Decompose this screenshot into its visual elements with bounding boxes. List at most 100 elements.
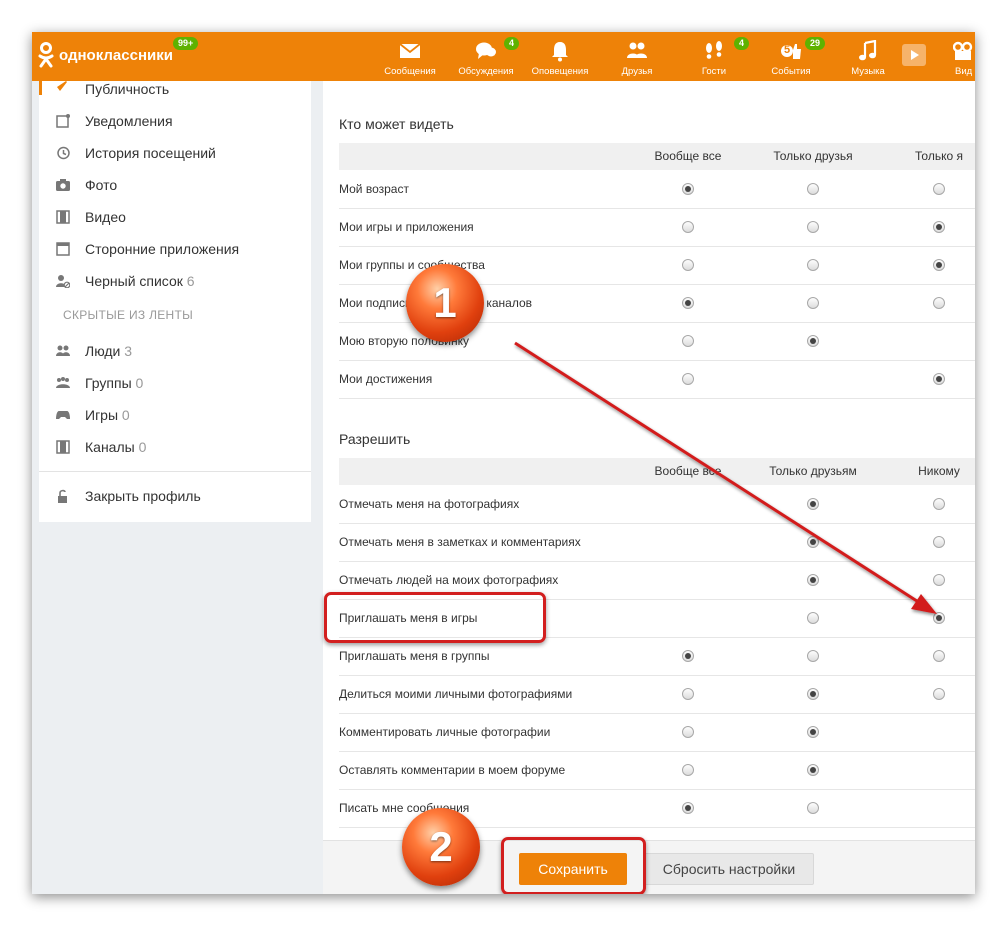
sidebar-item-label: Публичность — [85, 81, 170, 97]
camera-icon — [56, 179, 70, 191]
setting-label: Комментировать личные фотографии — [339, 725, 551, 739]
radio-option[interactable] — [933, 221, 945, 233]
radio-option[interactable] — [682, 259, 694, 271]
radio-option[interactable] — [682, 183, 694, 195]
radio-option[interactable] — [807, 259, 819, 271]
blocked-user-icon — [56, 275, 70, 288]
sidebar-item-count: 0 — [135, 375, 144, 391]
setting-label: Мои достижения — [339, 372, 433, 386]
sidebar-item-notifications[interactable]: Уведомления — [39, 105, 311, 137]
setting-label: Отмечать меня на фотографиях — [339, 497, 520, 511]
ok-logo-icon — [38, 42, 54, 68]
radio-option[interactable] — [807, 688, 819, 700]
column-header: Вообще все — [654, 464, 722, 478]
radio-option[interactable] — [807, 802, 819, 814]
gamepad-icon — [56, 411, 70, 419]
radio-option[interactable] — [682, 650, 694, 662]
site-logo[interactable]: одноклассники — [38, 42, 173, 68]
nav-video[interactable]: Вид — [934, 32, 975, 81]
sidebar-item-history[interactable]: История посещений — [39, 137, 311, 169]
settings-sidebar: Публичность Уведомления История посещени… — [39, 73, 311, 522]
sidebar-item-hidden-groups[interactable]: Группы 0 — [39, 367, 311, 399]
sidebar-item-label: Видео — [85, 209, 126, 225]
permissions-row: Делиться моими личными фотографиями — [339, 675, 975, 714]
radio-option[interactable] — [933, 373, 945, 385]
nav-badge: 4 — [734, 37, 750, 50]
radio-option[interactable] — [682, 688, 694, 700]
radio-option[interactable] — [682, 373, 694, 385]
footprints-icon — [706, 41, 722, 59]
film-icon — [56, 210, 70, 224]
column-header: Вообще все — [654, 149, 722, 163]
chat-bubbles-icon — [476, 42, 496, 59]
sidebar-item-label: Игры 0 — [85, 407, 130, 423]
radio-option[interactable] — [933, 259, 945, 271]
nav-label: Друзья — [621, 66, 653, 77]
sidebar-item-close-profile[interactable]: Закрыть профиль — [39, 480, 311, 512]
nav-friends[interactable]: Друзья — [601, 32, 673, 81]
radio-option[interactable] — [807, 574, 819, 586]
sidebar-item-hidden-channels[interactable]: Каналы 0 — [39, 431, 311, 463]
sidebar-item-label: Фото — [85, 177, 118, 193]
sidebar-item-label: Каналы 0 — [85, 439, 147, 455]
radio-option[interactable] — [933, 297, 945, 309]
radio-option[interactable] — [682, 802, 694, 814]
nav-label: Оповещения — [531, 66, 589, 77]
radio-option[interactable] — [807, 726, 819, 738]
nav-label: Вид — [955, 66, 973, 77]
people-icon — [56, 345, 70, 356]
radio-option[interactable] — [807, 183, 819, 195]
nav-notifications[interactable]: Оповещения — [524, 32, 596, 81]
radio-option[interactable] — [933, 574, 945, 586]
groups-icon — [56, 377, 70, 388]
sidebar-item-count: 3 — [124, 343, 133, 359]
radio-option[interactable] — [682, 335, 694, 347]
radio-option[interactable] — [807, 612, 819, 624]
radio-option[interactable] — [807, 221, 819, 233]
app-window-icon — [56, 242, 70, 256]
nav-label: Сообщения — [384, 66, 436, 77]
visibility-section-title: Кто может видеть — [339, 116, 454, 132]
nav-music[interactable]: Музыка — [832, 32, 904, 81]
sidebar-item-label: Уведомления — [85, 113, 173, 129]
sidebar-item-apps[interactable]: Сторонние приложения — [39, 233, 311, 265]
radio-option[interactable] — [807, 536, 819, 548]
visibility-table-header: Вообще все Только друзья Только я — [339, 143, 975, 170]
nav-messages[interactable]: Сообщения — [374, 32, 446, 81]
music-note-icon — [859, 40, 877, 61]
sidebar-item-hidden-people[interactable]: Люди 3 — [39, 335, 311, 367]
sidebar-divider — [39, 471, 311, 472]
notification-icon — [56, 114, 70, 128]
nav-label: Обсуждения — [458, 66, 514, 77]
sidebar-item-publicity[interactable]: Публичность — [39, 73, 311, 105]
radio-option[interactable] — [807, 650, 819, 662]
radio-option[interactable] — [933, 612, 945, 624]
setting-label: Делиться моими личными фотографиями — [339, 687, 573, 701]
sidebar-item-hidden-games[interactable]: Игры 0 — [39, 399, 311, 431]
sidebar-item-label: Закрыть профиль — [85, 488, 201, 504]
radio-option[interactable] — [807, 498, 819, 510]
radio-option[interactable] — [807, 335, 819, 347]
video-play-icon[interactable] — [902, 44, 926, 66]
sidebar-item-blacklist[interactable]: Черный список 6 — [39, 265, 311, 297]
radio-option[interactable] — [682, 221, 694, 233]
radio-option[interactable] — [682, 764, 694, 776]
nav-badge: 4 — [504, 37, 520, 50]
radio-option[interactable] — [933, 536, 945, 548]
radio-option[interactable] — [933, 498, 945, 510]
radio-option[interactable] — [682, 726, 694, 738]
reset-settings-button[interactable]: Сбросить настройки — [644, 853, 814, 885]
envelope-icon — [399, 43, 421, 58]
events-count: 5 — [784, 44, 791, 56]
permissions-row: Отмечать меня в заметках и комментариях — [339, 523, 975, 562]
radio-option[interactable] — [807, 297, 819, 309]
radio-option[interactable] — [682, 297, 694, 309]
radio-option[interactable] — [933, 183, 945, 195]
sidebar-item-photo[interactable]: Фото — [39, 169, 311, 201]
sidebar-item-video[interactable]: Видео — [39, 201, 311, 233]
visibility-row: Мои игры и приложения — [339, 208, 975, 247]
bell-icon — [552, 42, 568, 62]
radio-option[interactable] — [933, 688, 945, 700]
radio-option[interactable] — [807, 764, 819, 776]
radio-option[interactable] — [933, 650, 945, 662]
